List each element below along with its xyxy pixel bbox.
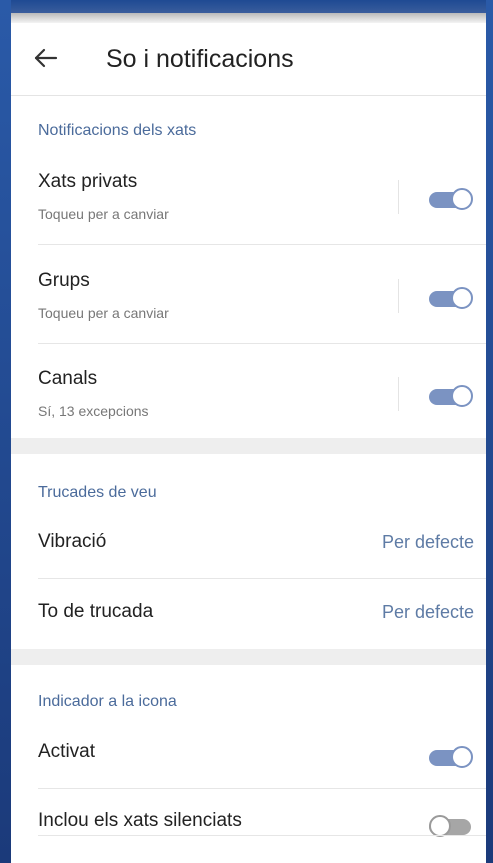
divider [38,244,486,245]
row-subtitle: Toqueu per a canviar [38,206,169,222]
section-title-chat-notifications: Notificacions dels xats [38,122,197,139]
row-subtitle: Toqueu per a canviar [38,305,169,321]
section-gap [11,649,486,665]
row-title: Vibració [38,531,107,552]
status-bar-shadow [11,13,486,23]
row-title: Xats privats [38,171,138,192]
device-frame-left [0,0,11,863]
row-title: To de trucada [38,601,154,622]
toggle-include-muted[interactable] [429,815,471,837]
app-bar: So i notificacions [11,23,486,96]
page-title: So i notificacions [106,45,294,73]
section-title-badge: Indicador a la icona [38,693,177,710]
settings-screen: So i notificacions Notificacions dels xa… [11,13,486,863]
row-value: Per defecte [381,602,474,622]
toggle-private-chats[interactable] [429,188,473,210]
divider [38,835,486,836]
row-title: Grups [38,270,90,291]
divider [38,578,486,579]
divider [398,377,399,411]
row-title: Canals [38,368,98,389]
toggle-groups[interactable] [429,287,473,309]
divider [398,279,399,313]
device-frame-right [486,0,493,863]
row-title: Activat [38,741,96,762]
toggle-badge-enabled[interactable] [429,746,473,768]
section-gap [11,438,486,454]
device-frame-top [0,0,493,13]
divider [398,180,399,214]
row-subtitle: Sí, 13 excepcions [38,403,149,419]
divider [38,788,486,789]
row-title: Inclou els xats silenciats [38,810,242,831]
section-title-voice-calls: Trucades de veu [38,484,157,501]
divider [38,343,486,344]
arrow-left-icon[interactable] [33,45,59,71]
toggle-channels[interactable] [429,385,473,407]
row-value: Per defecte [381,532,474,552]
